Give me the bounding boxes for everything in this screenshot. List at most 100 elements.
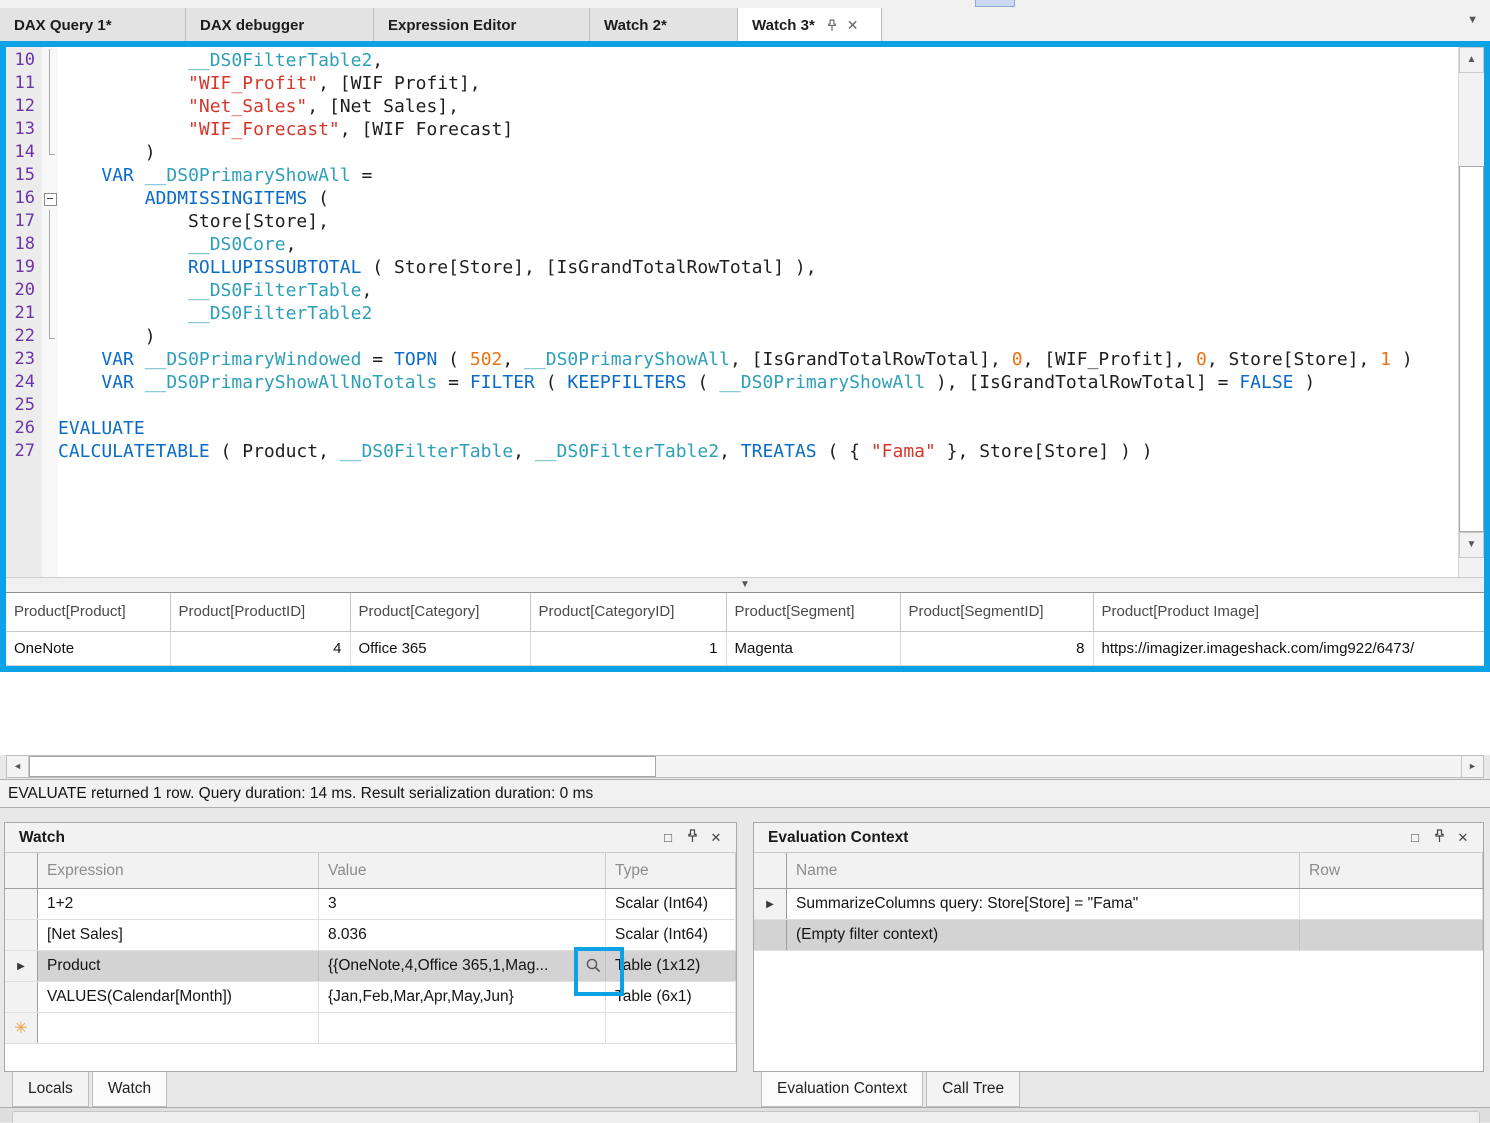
results-cell: 1 — [530, 631, 726, 665]
panel-tab-watch[interactable]: Watch — [92, 1072, 167, 1107]
tab-label: Watch 2* — [604, 17, 667, 34]
watch-grid-row[interactable]: ✳ — [5, 1013, 736, 1044]
tab-expression-editor[interactable]: Expression Editor — [374, 8, 590, 42]
results-column-product-segmentid[interactable]: Product[SegmentID] — [900, 593, 1093, 631]
watch-expression-cell[interactable]: VALUES(Calendar[Month]) — [38, 982, 319, 1012]
pin-icon[interactable] — [680, 829, 704, 846]
code-text — [58, 394, 1458, 417]
column-header-name[interactable]: Name — [787, 853, 1300, 888]
results-header-row: Product[Product]Product[ProductID]Produc… — [6, 593, 1484, 631]
evaluation-row-header[interactable] — [754, 920, 787, 950]
scroll-down-arrow-icon[interactable]: ▼ — [1459, 532, 1484, 558]
code-text: "WIF_Profit", [WIF Profit], — [58, 72, 1458, 95]
close-icon[interactable]: ✕ — [704, 830, 728, 846]
tab-list-dropdown-icon[interactable]: ▼ — [1467, 14, 1478, 26]
code-text: __DS0FilterTable2, — [58, 49, 1458, 72]
row-header-column[interactable] — [5, 853, 38, 888]
cell-text: [Net Sales] — [47, 926, 123, 944]
watch-type-cell: Table (6x1) — [606, 982, 736, 1012]
eval-grid-header: NameRow — [754, 853, 1483, 889]
column-header-row[interactable]: Row — [1300, 853, 1483, 888]
watch-row-header[interactable] — [5, 982, 38, 1012]
scroll-up-arrow-icon[interactable]: ▲ — [1459, 47, 1484, 73]
tab-label: DAX Query 1* — [14, 17, 112, 34]
watch-value-cell — [319, 1013, 606, 1043]
vertical-scrollbar-thumb[interactable] — [1459, 166, 1484, 532]
code-text: Store[Store], — [58, 210, 1458, 233]
editor-results-splitter[interactable]: ▼ — [6, 577, 1484, 593]
fold-margin — [42, 49, 58, 72]
line-number: 26 — [6, 417, 42, 440]
column-header-value[interactable]: Value — [319, 853, 606, 888]
code-text: EVALUATE — [58, 417, 1458, 440]
row-header-column[interactable] — [754, 853, 787, 888]
fold-margin — [42, 371, 58, 394]
toolbar-highlighted-button[interactable] — [975, 0, 1015, 7]
tab-watch-3[interactable]: Watch 3*✕ — [738, 8, 882, 42]
fold-margin — [42, 348, 58, 371]
fold-margin — [42, 141, 58, 164]
code-line: 16 ADDMISSINGITEMS ( — [6, 187, 1458, 210]
close-icon[interactable]: ✕ — [1451, 830, 1475, 846]
scroll-left-arrow-icon[interactable]: ◄ — [7, 756, 29, 777]
fold-margin — [42, 233, 58, 256]
panel-tab-evaluation-context[interactable]: Evaluation Context — [761, 1072, 923, 1107]
tab-dax-query-1[interactable]: DAX Query 1* — [0, 8, 186, 42]
watch-expression-cell[interactable]: 1+2 — [38, 889, 319, 919]
scroll-right-arrow-icon[interactable]: ► — [1461, 756, 1483, 777]
results-column-product-segment[interactable]: Product[Segment] — [726, 593, 900, 631]
new-row-star-icon: ✳ — [14, 1018, 27, 1038]
tab-dax-debugger[interactable]: DAX debugger — [186, 8, 374, 42]
watch-row-header[interactable] — [5, 920, 38, 950]
watch-type-cell: Table (1x12) — [606, 951, 736, 981]
dax-code-editor[interactable]: 10 __DS0FilterTable2,11 "WIF_Profit", [W… — [6, 47, 1484, 577]
maximize-icon[interactable]: □ — [1403, 830, 1427, 845]
maximize-icon[interactable]: □ — [656, 830, 680, 845]
window-bottom-strip — [0, 1107, 1490, 1122]
code-text: VAR __DS0PrimaryShowAllNoTotals = FILTER… — [58, 371, 1458, 394]
cell-text: 8.036 — [328, 926, 367, 944]
watch-row-header[interactable]: ▶ — [5, 951, 38, 981]
watch-row-header[interactable] — [5, 889, 38, 919]
evaluation-name-cell: (Empty filter context) — [787, 920, 1300, 950]
watch-expression-cell[interactable] — [38, 1013, 319, 1043]
fold-margin — [42, 118, 58, 141]
tab-watch-2[interactable]: Watch 2* — [590, 8, 738, 42]
editor-vertical-scrollbar[interactable]: ▲ ▼ — [1458, 47, 1484, 577]
code-line: 20 __DS0FilterTable, — [6, 279, 1458, 302]
pin-icon[interactable] — [1427, 829, 1451, 846]
panel-tab-locals[interactable]: Locals — [12, 1072, 89, 1107]
new-watch-row-header[interactable]: ✳ — [5, 1013, 38, 1043]
watch-grid-row[interactable]: ▶Product{{OneNote,4,Office 365,1,Mag...T… — [5, 951, 736, 982]
code-line: 21 __DS0FilterTable2 — [6, 302, 1458, 325]
code-line: 22 ) — [6, 325, 1458, 348]
watch-grid-row[interactable]: 1+23Scalar (Int64) — [5, 889, 736, 920]
watch-grid-row[interactable]: VALUES(Calendar[Month]){Jan,Feb,Mar,Apr,… — [5, 982, 736, 1013]
watch-grid-row[interactable]: [Net Sales]8.036Scalar (Int64) — [5, 920, 736, 951]
watch-expression-cell[interactable]: [Net Sales] — [38, 920, 319, 950]
column-header-type[interactable]: Type — [606, 853, 736, 888]
results-column-product-productid[interactable]: Product[ProductID] — [170, 593, 350, 631]
code-line: 10 __DS0FilterTable2, — [6, 49, 1458, 72]
results-column-product-product[interactable]: Product[Product] — [6, 593, 170, 631]
code-line: 17 Store[Store], — [6, 210, 1458, 233]
column-header-expression[interactable]: Expression — [38, 853, 319, 888]
results-horizontal-scrollbar[interactable]: ◄ ► — [6, 755, 1484, 778]
results-column-product-category[interactable]: Product[Category] — [350, 593, 530, 631]
results-column-product-product-image[interactable]: Product[Product Image] — [1093, 593, 1484, 631]
results-column-product-categoryid[interactable]: Product[CategoryID] — [530, 593, 726, 631]
eval-grid-row[interactable]: (Empty filter context) — [754, 920, 1483, 951]
pin-icon[interactable] — [827, 19, 837, 32]
magnifier-icon[interactable] — [585, 957, 602, 979]
line-number: 13 — [6, 118, 42, 141]
code-line: 12 "Net_Sales", [Net Sales], — [6, 95, 1458, 118]
cell-text: 1+2 — [47, 895, 73, 913]
watch-expression-cell[interactable]: Product — [38, 951, 319, 981]
close-icon[interactable]: ✕ — [847, 17, 859, 34]
evaluation-row-header[interactable]: ▶ — [754, 889, 787, 919]
panel-tab-call-tree[interactable]: Call Tree — [926, 1072, 1020, 1107]
eval-grid-row[interactable]: ▶SummarizeColumns query: Store[Store] = … — [754, 889, 1483, 920]
fold-margin — [42, 72, 58, 95]
horizontal-scrollbar-thumb[interactable] — [29, 756, 656, 777]
fold-margin — [42, 210, 58, 233]
